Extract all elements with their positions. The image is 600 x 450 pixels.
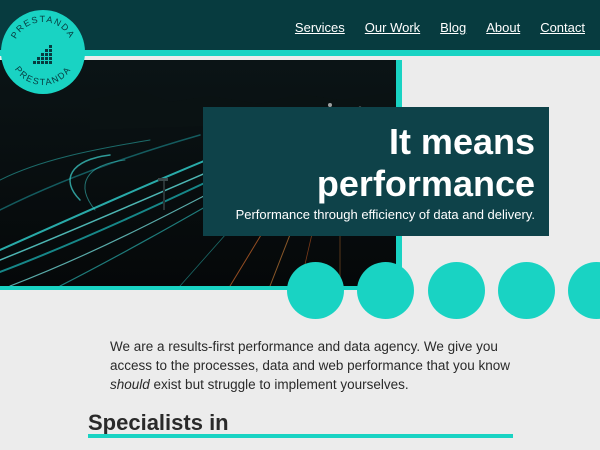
hero-title-line1: It means — [388, 121, 535, 162]
top-bar: Services Our Work Blog About Contact — [0, 0, 600, 50]
hero-title: It means performance — [203, 121, 535, 205]
nav-our-work-link[interactable]: Our Work — [365, 20, 420, 35]
intro-text-start: We are a results-first performance and d… — [110, 339, 510, 373]
svg-text:PRESTANDA: PRESTANDA — [9, 14, 77, 40]
svg-text:PRESTANDA: PRESTANDA — [13, 64, 73, 87]
decorative-circle — [498, 262, 555, 319]
intro-text-end: exist but struggle to implement yourselv… — [149, 377, 409, 392]
brand-logo[interactable]: PRESTANDA PRESTANDA — [1, 10, 85, 94]
decorative-circle — [428, 262, 485, 319]
decorative-circle — [568, 262, 600, 319]
top-bar-accent-stripe — [0, 50, 600, 56]
intro-text-emphasis: should — [110, 377, 150, 392]
decorative-circle — [287, 262, 344, 319]
nav-services-link[interactable]: Services — [295, 20, 345, 35]
hero-subtitle: Performance through efficiency of data a… — [235, 207, 535, 222]
main-nav: Services Our Work Blog About Contact — [295, 20, 585, 35]
logo-text-bottom: PRESTANDA — [13, 64, 72, 87]
logo-mark-icon: PRESTANDA PRESTANDA — [9, 14, 77, 87]
section-title: Specialists in — [88, 410, 229, 435]
nav-contact-link[interactable]: Contact — [540, 20, 585, 35]
section-title-underline — [88, 434, 513, 438]
hero-card: It means performance Performance through… — [203, 107, 549, 236]
nav-blog-link[interactable]: Blog — [440, 20, 466, 35]
decorative-circle — [357, 262, 414, 319]
intro-paragraph: We are a results-first performance and d… — [110, 337, 510, 394]
logo-bars-icon — [33, 45, 52, 64]
hero-title-line2: performance — [316, 163, 535, 204]
nav-about-link[interactable]: About — [486, 20, 520, 35]
logo-text-top: PRESTANDA — [9, 14, 76, 40]
